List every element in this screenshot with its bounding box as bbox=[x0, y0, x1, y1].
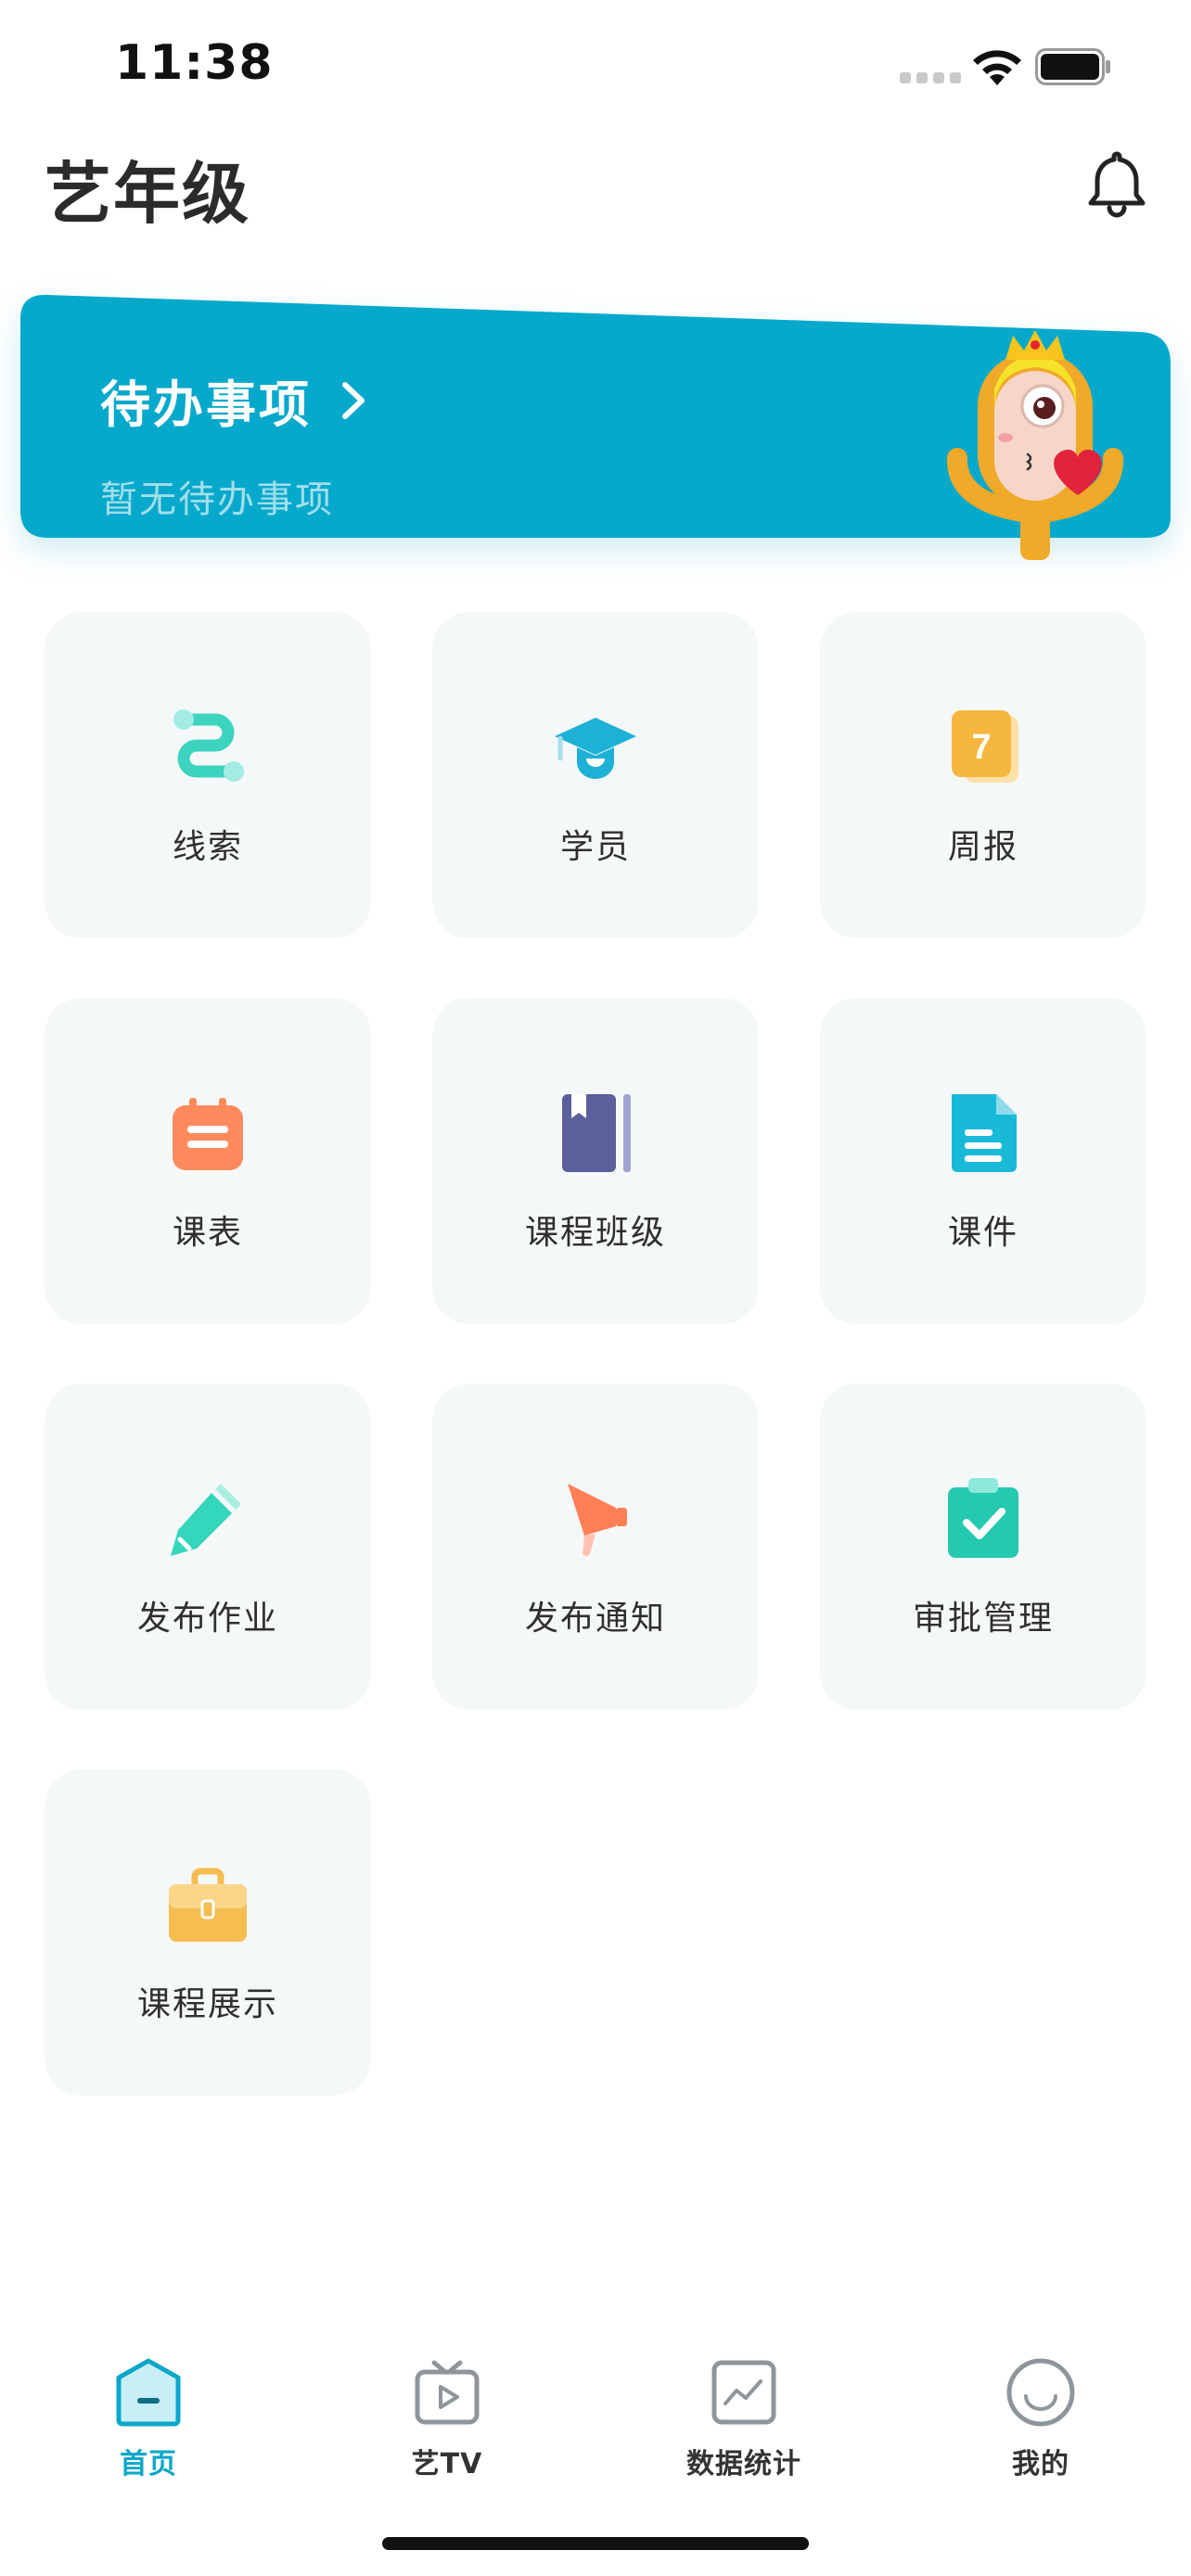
menu-item-label: 学员 bbox=[559, 828, 631, 866]
book-icon bbox=[562, 1094, 631, 1172]
menu-item-label: 课程展示 bbox=[136, 1985, 278, 2023]
tab-label: 首页 bbox=[120, 2448, 177, 2480]
menu-item-label: 审批管理 bbox=[912, 1600, 1054, 1638]
todo-empty-text: 暂无待办事项 bbox=[100, 478, 334, 521]
home-indicator[interactable] bbox=[382, 2537, 809, 2550]
menu-item-label: 课表 bbox=[172, 1214, 243, 1252]
menu-item-label: 课程班级 bbox=[524, 1214, 666, 1252]
calendar-7-icon: 7 bbox=[952, 710, 1018, 783]
mascot-icon bbox=[947, 330, 1123, 560]
menu-item-label: 课件 bbox=[947, 1214, 1018, 1252]
tab-data-statistics[interactable]: 数据统计 bbox=[651, 2337, 837, 2481]
menu-item-course-class[interactable]: 课程班级 bbox=[432, 998, 759, 1324]
todo-title[interactable]: 待办事项 bbox=[100, 363, 367, 437]
menu-item-students[interactable]: 学员 bbox=[432, 612, 759, 938]
bottom-tab-bar: 首页 艺TV 数据统计 我的 bbox=[0, 2337, 1191, 2504]
pencil-icon bbox=[171, 1484, 241, 1556]
chart-icon bbox=[711, 2360, 776, 2425]
page-title: 艺年级 bbox=[45, 155, 251, 233]
svg-text:7: 7 bbox=[971, 728, 991, 767]
briefcase-icon bbox=[169, 1868, 247, 1942]
tab-mine[interactable]: 我的 bbox=[948, 2337, 1133, 2481]
menu-item-courseware[interactable]: 课件 bbox=[820, 998, 1146, 1324]
chevron-right-icon bbox=[342, 381, 365, 419]
menu-item-publish-homework[interactable]: 发布作业 bbox=[45, 1384, 371, 1710]
todo-title-label: 待办事项 bbox=[100, 376, 312, 434]
todo-banner[interactable]: 待办事项 暂无待办事项 bbox=[20, 278, 1171, 575]
graduation-cap-icon bbox=[555, 718, 636, 779]
tv-icon bbox=[415, 2360, 480, 2425]
menu-item-label: 周报 bbox=[947, 828, 1018, 866]
home-icon bbox=[116, 2358, 181, 2427]
tab-label: 我的 bbox=[1012, 2448, 1069, 2480]
menu-item-publish-notice[interactable]: 发布通知 bbox=[432, 1384, 759, 1710]
menu-item-approval[interactable]: 审批管理 bbox=[820, 1384, 1146, 1710]
megaphone-icon bbox=[567, 1484, 627, 1556]
cellular-signal-icon bbox=[900, 72, 961, 83]
clue-icon bbox=[173, 709, 244, 782]
tab-label: 艺TV bbox=[411, 2448, 483, 2480]
status-bar: 11:38 bbox=[0, 0, 1191, 130]
menu-item-clue[interactable]: 线索 bbox=[45, 612, 371, 938]
status-time: 11:38 bbox=[115, 35, 274, 91]
menu-item-label: 发布作业 bbox=[136, 1600, 278, 1638]
smile-icon bbox=[1006, 2358, 1075, 2427]
document-icon bbox=[952, 1094, 1017, 1172]
menu-item-weekly-report[interactable]: 7 周报 bbox=[820, 612, 1146, 938]
menu-item-label: 线索 bbox=[172, 828, 243, 866]
screen: 11:38 艺年级 待办事项 暂无待办事项 线索 学员 7 周报 课表 课程班级… bbox=[0, 0, 1191, 2576]
menu-item-course-showcase[interactable]: 课程展示 bbox=[45, 1769, 371, 2096]
tab-tv[interactable]: 艺TV bbox=[354, 2337, 540, 2481]
schedule-icon bbox=[173, 1098, 243, 1170]
wifi-icon bbox=[973, 50, 1021, 85]
battery-icon bbox=[1035, 48, 1110, 85]
clipboard-check-icon bbox=[948, 1478, 1018, 1558]
menu-item-label: 发布通知 bbox=[524, 1600, 666, 1638]
menu-item-schedule[interactable]: 课表 bbox=[45, 998, 371, 1324]
bell-icon[interactable] bbox=[1083, 148, 1150, 219]
tab-home[interactable]: 首页 bbox=[56, 2337, 241, 2481]
tab-label: 数据统计 bbox=[686, 2448, 801, 2480]
